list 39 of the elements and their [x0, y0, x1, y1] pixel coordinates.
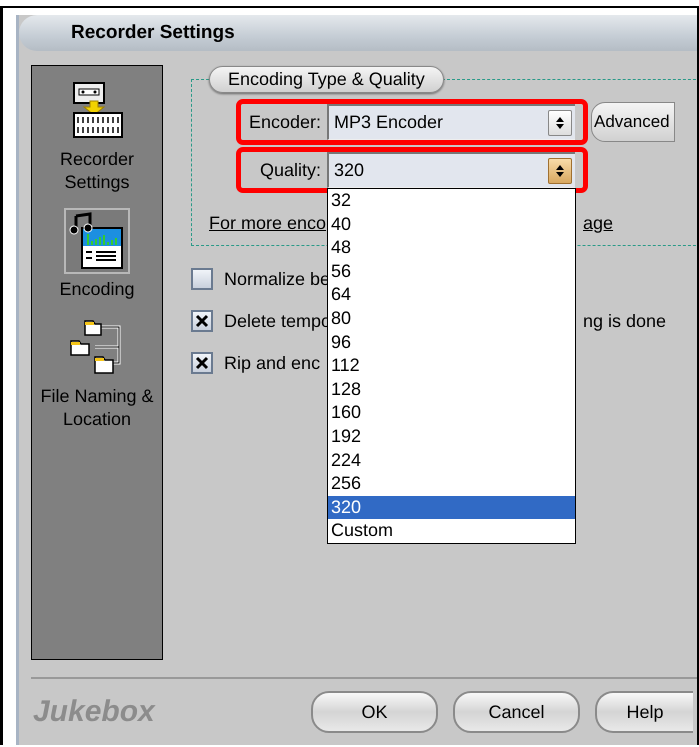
- sidebar-item[interactable]: Encoding: [32, 208, 162, 301]
- checkbox[interactable]: [191, 352, 213, 374]
- advanced-button[interactable]: Advanced: [591, 102, 675, 142]
- dropdown-option[interactable]: 64: [328, 283, 575, 307]
- dropdown-option[interactable]: 128: [328, 378, 575, 402]
- dropdown-option[interactable]: 56: [328, 260, 575, 284]
- dropdown-option[interactable]: Custom: [328, 519, 575, 543]
- dropdown-option[interactable]: 32: [328, 189, 575, 213]
- link[interactable]: age: [583, 213, 697, 234]
- sidebar-item[interactable]: File Naming & Location: [32, 315, 162, 431]
- dropdown-option[interactable]: 160: [328, 401, 575, 425]
- group-title: Encoding Type & Quality: [209, 66, 444, 93]
- x-mark-icon: [195, 314, 209, 328]
- checkbox[interactable]: [191, 310, 213, 332]
- music-chart-icon: [68, 212, 126, 270]
- x-mark-icon: [195, 356, 209, 370]
- app-logo: Jukebox: [33, 695, 156, 729]
- dropdown-option[interactable]: 320: [328, 496, 575, 520]
- checkbox-label: Rip and enc: [224, 352, 322, 374]
- dropdown-option[interactable]: 48: [328, 236, 575, 260]
- dropdown-option[interactable]: 112: [328, 354, 575, 378]
- dialog-button[interactable]: Cancel: [453, 691, 580, 733]
- updown-arrows-icon[interactable]: [548, 110, 572, 136]
- dropdown-option[interactable]: 224: [328, 448, 575, 472]
- checkbox-label: ng is done: [583, 310, 668, 332]
- dialog-button[interactable]: OK: [311, 691, 438, 733]
- checkbox[interactable]: [191, 268, 213, 290]
- updown-arrows-icon[interactable]: [548, 158, 572, 184]
- dropdown-option[interactable]: 40: [328, 212, 575, 236]
- dropdown-option[interactable]: 256: [328, 472, 575, 496]
- sidebar-item[interactable]: Recorder Settings: [32, 78, 162, 194]
- dropdown-option[interactable]: 96: [328, 330, 575, 354]
- window-title: Recorder Settings: [19, 15, 697, 51]
- field-label: Encoder:: [248, 112, 322, 132]
- field-label: Quality:: [258, 160, 322, 180]
- dialog-button[interactable]: Help: [595, 691, 693, 733]
- dropdown-option[interactable]: 192: [328, 424, 575, 449]
- dropdown-field[interactable]: MP3 Encoder: [327, 104, 575, 140]
- dropdown-option[interactable]: 80: [328, 306, 575, 331]
